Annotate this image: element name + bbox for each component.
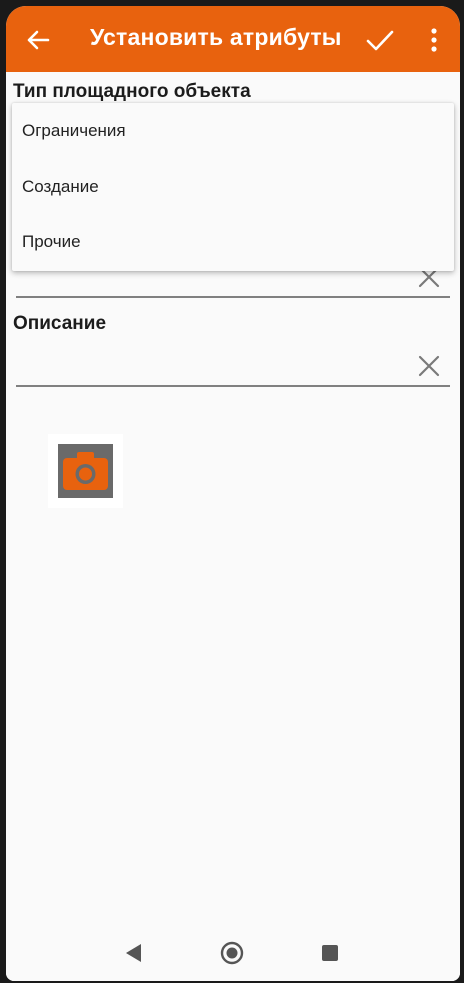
dropdown-option[interactable]: Создание [22, 177, 99, 197]
type-field-label: Тип площадного объекта [13, 81, 251, 102]
page-title: Установить атрибуты [90, 24, 342, 50]
photo-frame [58, 444, 113, 498]
home-circle-icon[interactable] [220, 941, 244, 965]
recents-square-icon[interactable] [318, 941, 342, 965]
clear-description-icon[interactable] [416, 353, 442, 379]
type-field-underline [16, 296, 450, 298]
description-field-underline [16, 385, 450, 387]
dropdown-option[interactable]: Ограничения [22, 121, 126, 141]
dropdown-option[interactable]: Прочие [22, 232, 81, 252]
type-dropdown-menu: Ограничения Создание Прочие [12, 103, 454, 271]
back-arrow-icon[interactable] [24, 26, 52, 54]
description-field-label: Описание [13, 313, 107, 334]
app-screen: Установить атрибуты Тип площадного объек… [6, 6, 460, 981]
back-triangle-icon[interactable] [122, 941, 146, 965]
more-vert-icon[interactable] [424, 26, 444, 54]
system-nav-bar [6, 926, 460, 981]
add-photo-button[interactable] [48, 434, 123, 508]
app-bar: Установить атрибуты [6, 6, 460, 72]
description-input[interactable] [16, 343, 406, 385]
camera-icon [63, 452, 108, 490]
confirm-check-icon[interactable] [364, 24, 396, 56]
